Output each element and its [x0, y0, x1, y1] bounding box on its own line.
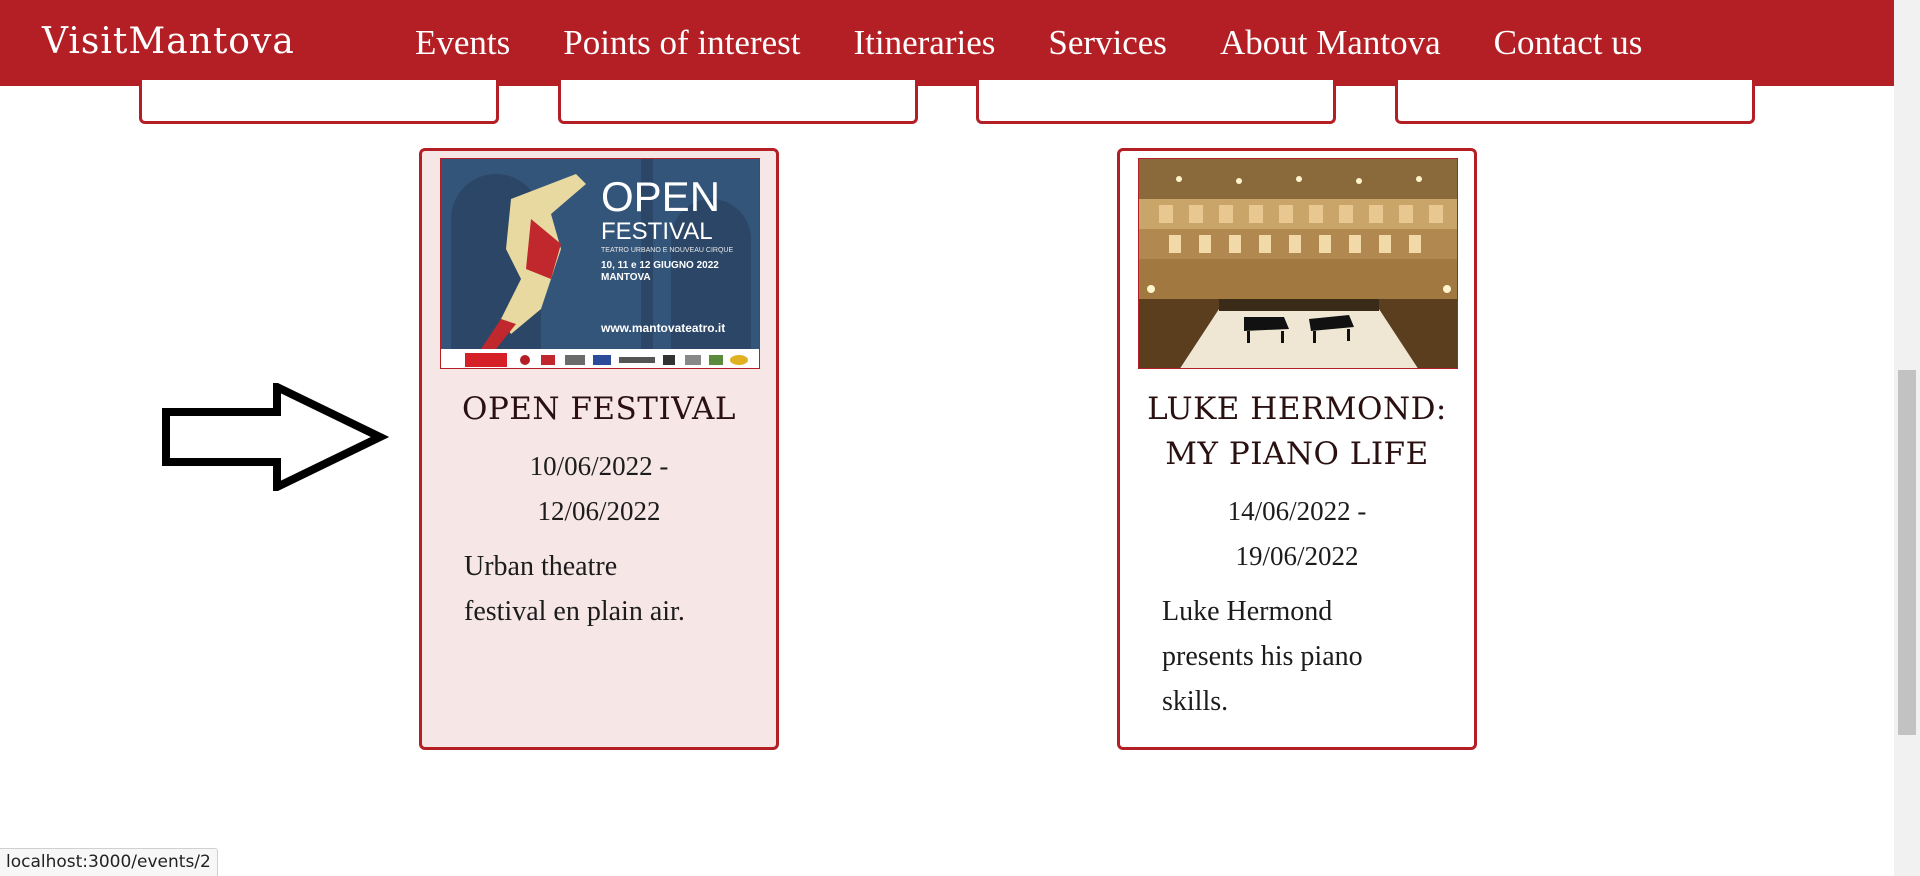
card-stub[interactable]: [139, 80, 499, 124]
event-title-line: MY PIANO LIFE: [1165, 436, 1429, 472]
nav-item-about-mantova[interactable]: About Mantova: [1220, 23, 1441, 63]
card-stub[interactable]: [558, 80, 918, 124]
nav-item-services[interactable]: Services: [1048, 23, 1167, 63]
event-card-luke-hermond[interactable]: LUKE HERMOND: MY PIANO LIFE 14/06/2022 -…: [1117, 148, 1477, 750]
event-date-end: 12/06/2022: [537, 496, 661, 526]
poster-headline: OPEN: [601, 173, 720, 220]
nav-item-itineraries[interactable]: Itineraries: [853, 23, 995, 63]
event-theatre-image: [1138, 158, 1458, 369]
poster-site: www.mantovateatro.it: [600, 321, 725, 335]
nav-menu: Events Points of interest Itineraries Se…: [415, 0, 1695, 86]
top-navbar: VisitMantova Events Points of interest I…: [0, 0, 1894, 86]
description-line: presents his piano: [1162, 641, 1363, 672]
nav-item-contact-us[interactable]: Contact us: [1494, 23, 1643, 63]
event-poster-image: OPEN FESTIVAL TEATRO URBANO E NOUVEAU CI…: [440, 158, 760, 369]
poster-city: MANTOVA: [601, 272, 651, 283]
card-stub[interactable]: [1395, 80, 1755, 124]
scrollbar-thumb[interactable]: [1898, 370, 1916, 735]
link-status-bar: localhost:3000/events/2: [0, 848, 218, 876]
description-line: Urban theatre: [464, 551, 618, 582]
event-title-line: LUKE HERMOND:: [1147, 391, 1447, 427]
event-card-open-festival[interactable]: OPEN FESTIVAL TEATRO URBANO E NOUVEAU CI…: [419, 148, 779, 750]
card-stub[interactable]: [976, 80, 1336, 124]
event-description: Urban theatre festival en plain air.: [464, 544, 744, 634]
poster-dates: 10, 11 e 12 GIUGNO 2022: [601, 260, 719, 271]
event-description: Luke Hermond presents his piano skills.: [1162, 589, 1442, 724]
vertical-scrollbar[interactable]: [1894, 0, 1920, 876]
description-line: festival en plain air.: [464, 596, 685, 627]
poster-tagline: TEATRO URBANO E NOUVEAU CIRQUE: [601, 247, 733, 254]
event-date-start: 14/06/2022 -: [1227, 496, 1367, 526]
event-title: OPEN FESTIVAL: [462, 391, 736, 427]
description-line: Luke Hermond: [1162, 596, 1333, 627]
site-logo[interactable]: VisitMantova: [42, 6, 295, 76]
nav-item-events[interactable]: Events: [415, 23, 510, 63]
event-date-start: 10/06/2022 -: [529, 451, 669, 481]
event-date-end: 19/06/2022: [1235, 541, 1359, 571]
description-line: skills.: [1162, 686, 1229, 717]
nav-item-points-of-interest[interactable]: Points of interest: [563, 23, 800, 63]
poster-subhead: FESTIVAL: [601, 218, 713, 245]
right-arrow-icon: [162, 383, 390, 491]
